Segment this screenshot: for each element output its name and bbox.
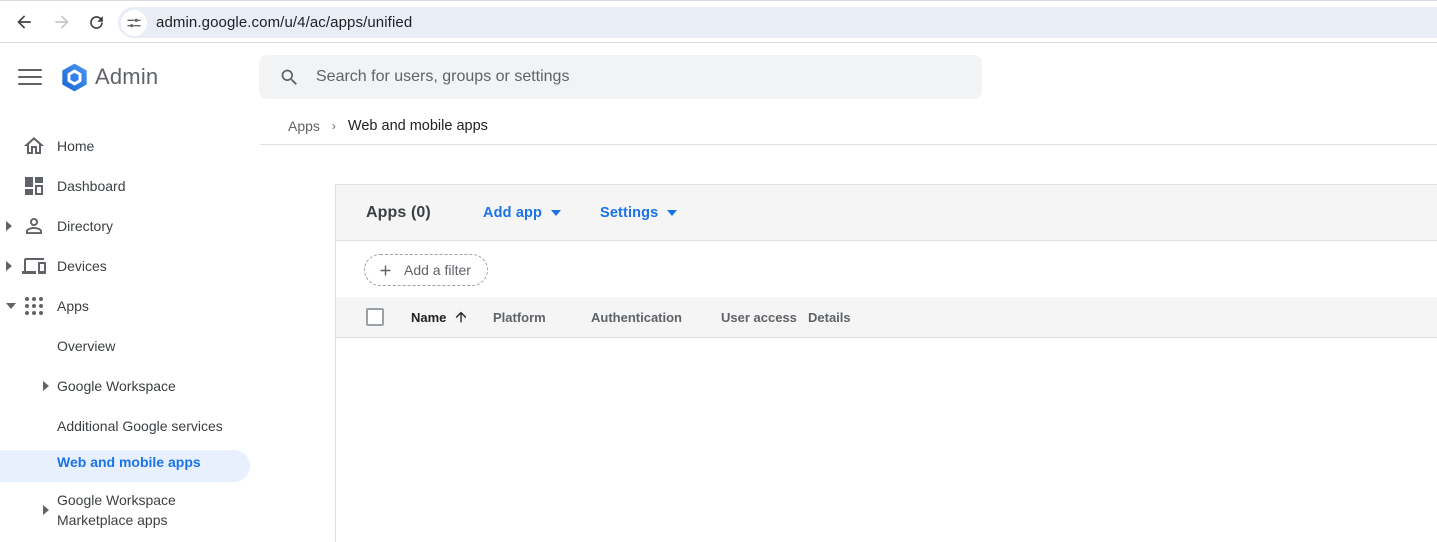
sidebar-item-label: Home bbox=[57, 138, 94, 154]
sidebar-item-google-workspace[interactable]: Google Workspace bbox=[0, 366, 250, 406]
sidebar-item-label: Directory bbox=[57, 218, 113, 234]
column-header-details: Details bbox=[808, 297, 851, 338]
apps-list-panel: Apps (0) Add app Settings Add a filter N… bbox=[335, 184, 1437, 542]
column-header-authentication: Authentication bbox=[591, 297, 682, 338]
breadcrumb: Apps › Web and mobile apps bbox=[288, 116, 488, 136]
apps-grid-icon bbox=[22, 294, 46, 318]
site-settings-badge[interactable] bbox=[121, 10, 147, 36]
chevron-collapse-icon[interactable] bbox=[6, 303, 16, 309]
settings-button[interactable]: Settings bbox=[600, 185, 677, 241]
column-header-platform: Platform bbox=[493, 297, 546, 338]
sidebar-item-label: Apps bbox=[57, 298, 89, 314]
apps-toolbar: Apps (0) Add app Settings bbox=[336, 185, 1437, 241]
breadcrumb-apps-link[interactable]: Apps bbox=[288, 118, 320, 134]
url-bar[interactable]: admin.google.com/u/4/ac/apps/unified bbox=[118, 7, 1437, 38]
add-app-button[interactable]: Add app bbox=[483, 185, 561, 241]
chevron-expand-icon[interactable] bbox=[6, 261, 12, 271]
url-text: admin.google.com/u/4/ac/apps/unified bbox=[156, 14, 412, 31]
sidebar-item-label: Dashboard bbox=[57, 178, 126, 194]
dashboard-icon bbox=[22, 174, 46, 198]
devices-icon bbox=[22, 254, 46, 278]
select-all-checkbox[interactable] bbox=[366, 308, 384, 326]
search-icon bbox=[279, 67, 300, 88]
product-name: Admin bbox=[95, 64, 158, 90]
add-filter-label: Add a filter bbox=[404, 262, 471, 278]
sidebar-item-overview[interactable]: Overview bbox=[0, 326, 250, 366]
chevron-expand-icon[interactable] bbox=[6, 221, 12, 231]
column-header-name[interactable]: Name bbox=[411, 297, 446, 338]
sidebar-item-directory[interactable]: Directory bbox=[0, 206, 250, 246]
chevron-expand-icon[interactable] bbox=[43, 505, 49, 515]
column-header-user-access: User access bbox=[721, 297, 797, 338]
sort-ascending-icon[interactable] bbox=[453, 309, 469, 325]
add-app-label: Add app bbox=[483, 205, 542, 221]
caret-down-icon bbox=[667, 210, 677, 216]
back-icon[interactable] bbox=[13, 11, 35, 33]
menu-icon[interactable] bbox=[18, 69, 42, 87]
sidebar-item-home[interactable]: Home bbox=[0, 126, 250, 166]
breadcrumb-current: Web and mobile apps bbox=[348, 118, 488, 134]
sidebar-item-label: Additional Google services bbox=[57, 418, 223, 434]
browser-chrome: admin.google.com/u/4/ac/apps/unified bbox=[0, 0, 1437, 43]
tune-icon bbox=[126, 15, 142, 31]
sidebar-item-devices[interactable]: Devices bbox=[0, 246, 250, 286]
search-input[interactable] bbox=[316, 68, 916, 86]
sidebar-item-web-and-mobile-apps[interactable]: Web and mobile apps bbox=[0, 442, 250, 482]
breadcrumb-divider bbox=[260, 144, 1437, 145]
sidebar-item-apps[interactable]: Apps bbox=[0, 286, 250, 326]
sidebar-item-label: Google Workspace Marketplace apps bbox=[57, 490, 207, 530]
sidebar-item-label: Google Workspace bbox=[57, 378, 176, 394]
sidebar-item-label: Overview bbox=[57, 338, 115, 354]
home-icon bbox=[22, 134, 46, 158]
chevron-expand-icon[interactable] bbox=[43, 381, 49, 391]
sidebar-item-marketplace-apps[interactable]: Google Workspace Marketplace apps bbox=[0, 486, 250, 534]
person-icon bbox=[22, 214, 46, 238]
filter-row: Add a filter bbox=[336, 241, 1437, 297]
apps-table-header: Name Platform Authentication User access… bbox=[336, 297, 1437, 338]
apps-count-title: Apps (0) bbox=[366, 185, 431, 241]
sidebar-item-additional-google-services[interactable]: Additional Google services bbox=[0, 406, 250, 446]
admin-logo bbox=[60, 63, 89, 92]
forward-icon[interactable] bbox=[51, 11, 73, 33]
plus-icon bbox=[377, 262, 394, 279]
sidebar-item-dashboard[interactable]: Dashboard bbox=[0, 166, 250, 206]
caret-down-icon bbox=[551, 210, 561, 216]
reload-icon[interactable] bbox=[85, 11, 107, 33]
settings-label: Settings bbox=[600, 205, 658, 221]
sidebar-item-label: Devices bbox=[57, 258, 107, 274]
search-bar[interactable] bbox=[259, 55, 982, 99]
sidebar-item-label: Web and mobile apps bbox=[57, 454, 201, 470]
add-filter-button[interactable]: Add a filter bbox=[364, 254, 488, 286]
breadcrumb-separator-icon: › bbox=[332, 119, 336, 133]
